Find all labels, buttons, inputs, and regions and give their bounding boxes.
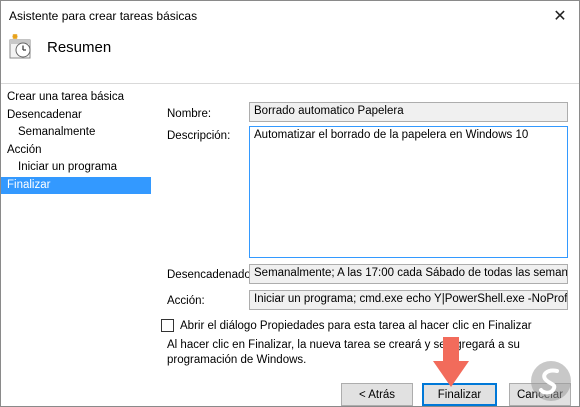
step-action[interactable]: Acción	[1, 142, 151, 160]
pointer-arrow-icon	[433, 337, 469, 387]
step-trigger[interactable]: Desencadenar	[1, 107, 151, 125]
action-label: Acción:	[167, 295, 205, 307]
step-weekly[interactable]: Semanalmente	[1, 124, 151, 142]
step-start-program[interactable]: Iniciar un programa	[1, 159, 151, 177]
close-button[interactable]: ✕	[547, 5, 573, 27]
description-textarea[interactable]: Automatizar el borrado de la papelera en…	[249, 126, 568, 258]
page-title: Resumen	[47, 39, 112, 56]
trigger-field[interactable]: Semanalmente; A las 17:00 cada Sábado de…	[249, 264, 568, 284]
trigger-label: Desencadenador:	[167, 269, 258, 281]
open-properties-checkbox[interactable]	[161, 319, 174, 332]
title-bar: Asistente para crear tareas básicas ✕	[1, 1, 579, 31]
step-create-basic-task[interactable]: Crear una tarea básica	[1, 89, 151, 107]
name-label: Nombre:	[167, 108, 212, 120]
wizard-header: Resumen	[1, 31, 579, 85]
open-properties-option[interactable]: Abrir el diálogo Propiedades para esta t…	[161, 319, 532, 332]
window-title: Asistente para crear tareas básicas	[9, 9, 198, 23]
clock-task-icon	[9, 33, 37, 61]
wizard-steps: Crear una tarea básica Desencadenar Sema…	[1, 89, 151, 194]
header-divider	[1, 83, 579, 84]
action-field[interactable]: Iniciar un programa; cmd.exe echo Y|Powe…	[249, 290, 568, 310]
open-properties-label[interactable]: Abrir el diálogo Propiedades para esta t…	[180, 320, 532, 332]
name-field[interactable]: Borrado automatico Papelera	[249, 102, 568, 122]
wizard-window: Asistente para crear tareas básicas ✕ Re…	[0, 0, 580, 407]
step-finish[interactable]: Finalizar	[1, 176, 151, 194]
description-label: Descripción:	[167, 130, 231, 142]
finish-note: Al hacer clic en Finalizar, la nueva tar…	[167, 339, 520, 366]
back-button[interactable]: < Atrás	[341, 383, 413, 406]
watermark-logo-icon	[531, 361, 571, 401]
